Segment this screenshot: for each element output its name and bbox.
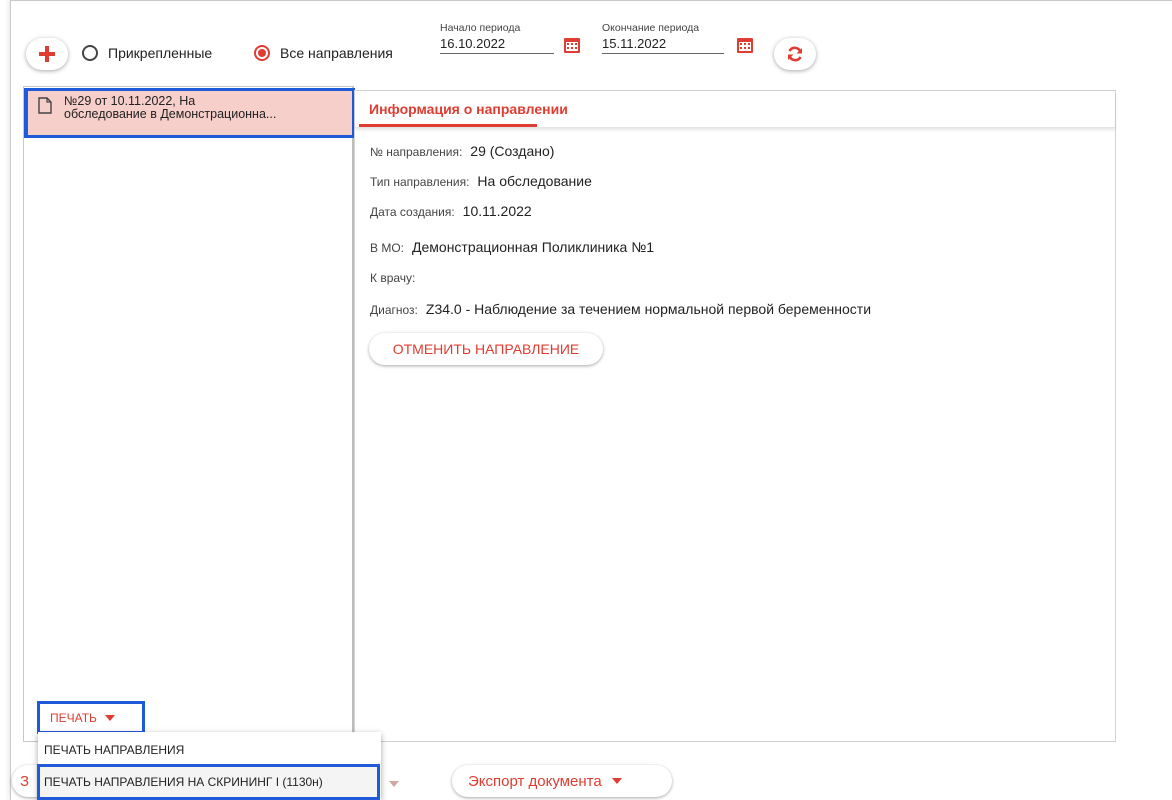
field-value: На обследование	[477, 173, 592, 189]
field-label: В МО:	[370, 241, 405, 255]
field-direction-number: № направления: 29 (Создано)	[370, 143, 554, 161]
field-direction-type: Тип направления: На обследование	[370, 173, 592, 191]
period-start-field[interactable]: Начало периода 16.10.2022	[440, 22, 554, 54]
calendar-icon[interactable]	[736, 36, 754, 54]
chevron-down-icon	[611, 778, 622, 784]
calendar-icon[interactable]	[563, 36, 581, 54]
field-label: Дата создания:	[370, 205, 455, 219]
refresh-button[interactable]	[774, 38, 816, 70]
field-label: К врачу:	[370, 271, 416, 285]
highlight-frame-screening	[37, 764, 380, 800]
field-value: Демонстрационная Поликлиника №1	[412, 239, 655, 255]
field-medical-org: В МО: Демонстрационная Поликлиника №1	[370, 239, 654, 257]
menu-item-print-direction[interactable]: ПЕЧАТЬ НАПРАВЛЕНИЯ	[38, 734, 381, 766]
radio-all-label: Все направления	[280, 45, 393, 61]
highlight-frame-list-item	[24, 88, 355, 138]
chevron-down-icon[interactable]	[389, 781, 399, 787]
period-start-input[interactable]: 16.10.2022	[440, 34, 554, 54]
refresh-icon	[788, 46, 802, 62]
export-document-button[interactable]: Экспорт документа	[452, 765, 672, 797]
radio-attached-circle[interactable]	[82, 45, 98, 61]
field-value: 29 (Создано)	[470, 143, 555, 159]
export-document-label: Экспорт документа	[468, 772, 602, 790]
period-start-label: Начало периода	[440, 22, 521, 34]
tab-direction-info[interactable]: Информация о направлении	[369, 101, 568, 117]
highlight-frame-print	[37, 701, 145, 734]
plus-icon	[39, 46, 55, 62]
field-label: Диагноз:	[370, 303, 418, 317]
period-end-input[interactable]: 15.11.2022	[602, 34, 724, 54]
field-value: Z34.0 - Наблюдение за течением нормально…	[425, 301, 872, 317]
add-button[interactable]	[26, 38, 68, 70]
field-value: 10.11.2022	[462, 203, 532, 219]
period-end-label: Окончание периода	[602, 22, 700, 34]
field-created-date: Дата создания: 10.11.2022	[370, 203, 532, 221]
cancel-direction-button[interactable]: ОТМЕНИТЬ НАПРАВЛЕНИЕ	[369, 333, 603, 365]
field-diagnosis: Диагноз: Z34.0 - Наблюдение за течением н…	[370, 301, 871, 319]
field-label: Тип направления:	[370, 175, 470, 189]
period-end-field[interactable]: Окончание периода 15.11.2022	[602, 22, 724, 54]
directions-list-panel	[23, 86, 354, 742]
field-label: № направления:	[370, 145, 463, 159]
bottom-left-button-label: З	[20, 772, 30, 790]
radio-attached[interactable]: Прикрепленные	[82, 45, 212, 61]
radio-all[interactable]: Все направления	[254, 45, 393, 61]
radio-all-circle[interactable]	[254, 45, 270, 61]
field-doctor: К врачу:	[370, 269, 423, 287]
radio-attached-label: Прикрепленные	[108, 45, 213, 61]
tab-active-indicator	[359, 124, 537, 127]
